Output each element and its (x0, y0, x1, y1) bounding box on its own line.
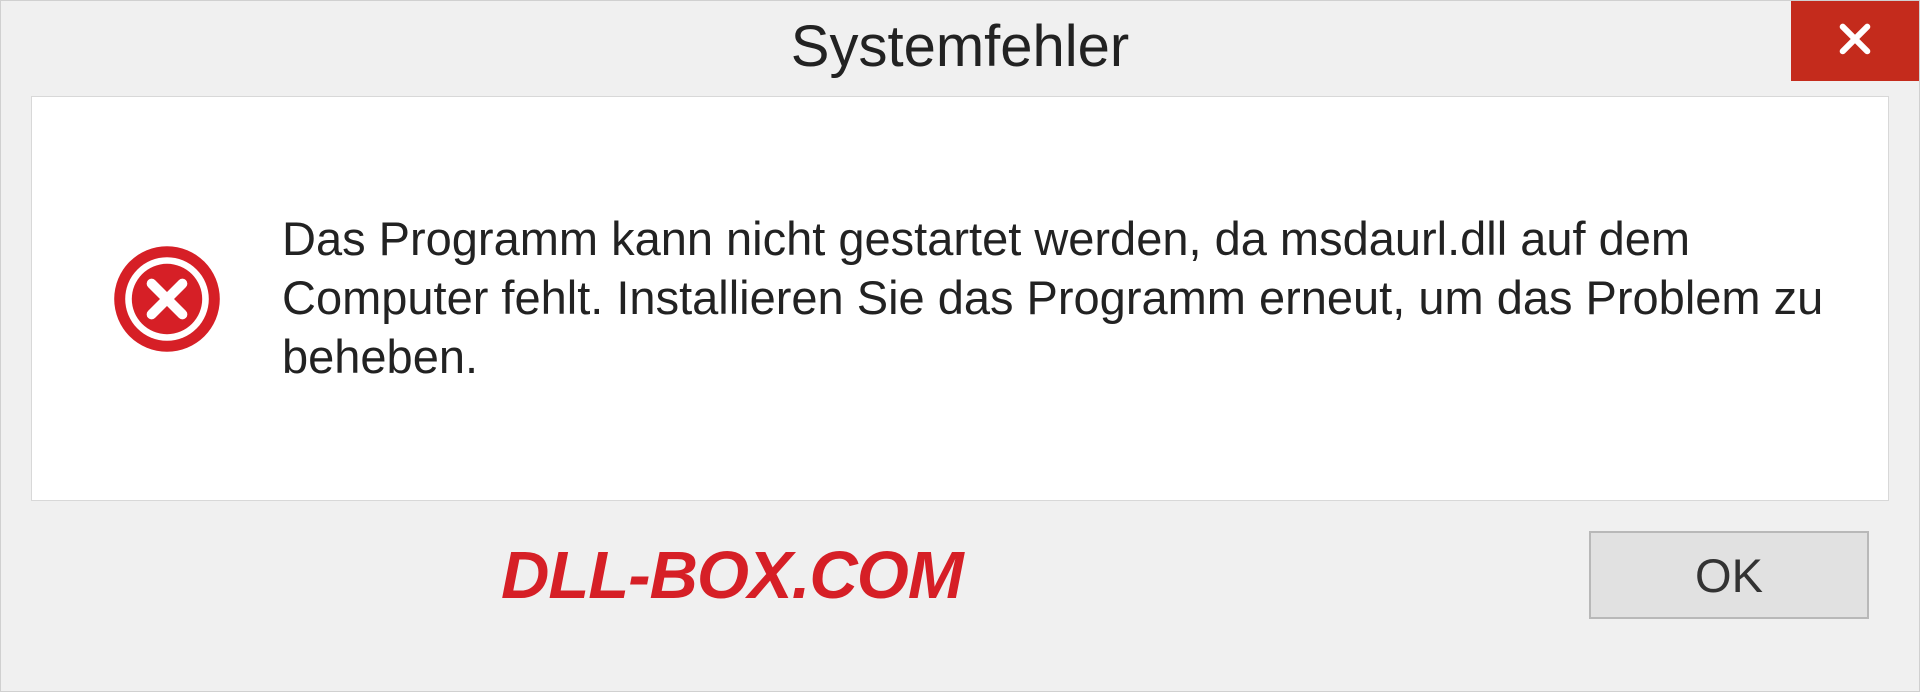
close-icon (1834, 18, 1876, 65)
content-panel: Das Programm kann nicht gestartet werden… (31, 96, 1889, 501)
close-button[interactable] (1791, 1, 1919, 81)
dialog-footer: DLL-BOX.COM OK (1, 501, 1919, 619)
error-dialog: Systemfehler Das Programm kann nicht ges… (0, 0, 1920, 692)
error-icon (112, 244, 222, 354)
ok-button[interactable]: OK (1589, 531, 1869, 619)
watermark-text: DLL-BOX.COM (501, 537, 963, 614)
error-message: Das Programm kann nicht gestartet werden… (282, 210, 1838, 386)
dialog-title: Systemfehler (791, 13, 1129, 80)
titlebar: Systemfehler (1, 1, 1919, 91)
